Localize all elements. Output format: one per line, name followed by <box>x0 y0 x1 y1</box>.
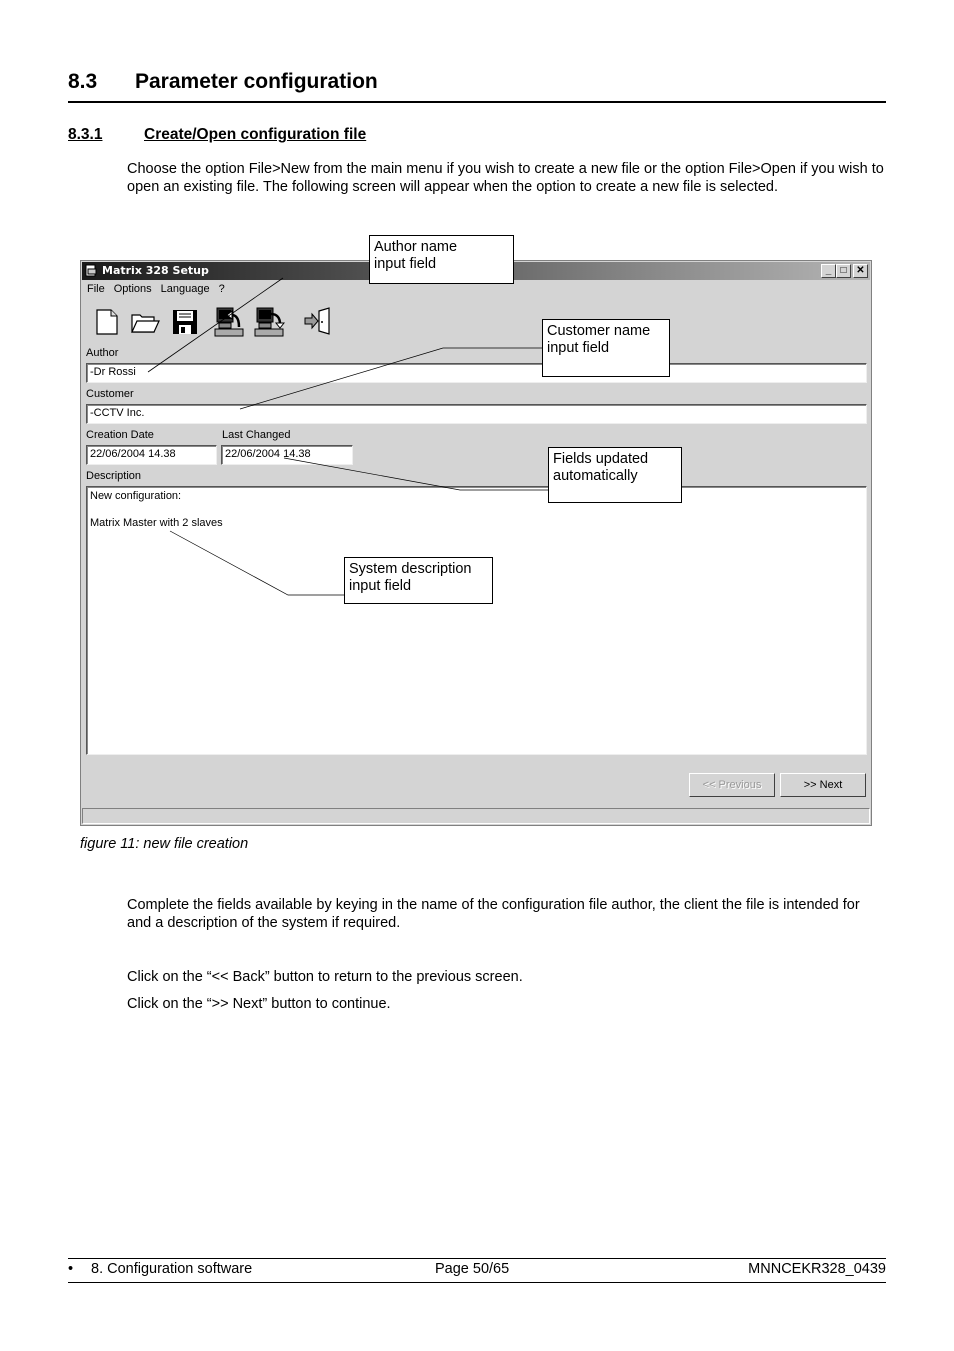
creation-date-field[interactable]: 22/06/2004 14.38 <box>86 445 217 465</box>
new-file-icon[interactable] <box>91 305 123 339</box>
instruction-back: Click on the “<< Back” button to return … <box>127 969 523 985</box>
footer-bullet: • <box>68 1261 74 1277</box>
description-textarea[interactable]: New configuration: Matrix Master with 2 … <box>86 486 867 755</box>
subsection-heading: 8.3.1 Create/Open configuration file <box>68 126 366 144</box>
subsection-title: Create/Open configuration file <box>144 126 367 143</box>
footer-chapter: 8. Configuration software <box>91 1261 253 1277</box>
description-label: Description <box>86 470 142 482</box>
close-button[interactable]: ✕ <box>853 264 868 278</box>
receive-from-device-icon[interactable] <box>213 305 245 339</box>
app-window: Matrix 328 Setup _ □ ✕ File Options Langua… <box>80 260 872 826</box>
heading-rule <box>68 101 886 103</box>
footer-page-number: Page 50/65 <box>435 1261 510 1277</box>
author-input[interactable]: -Dr Rossi <box>86 363 867 383</box>
menu-language[interactable]: Language <box>161 283 210 295</box>
menu-help[interactable]: ? <box>219 283 225 295</box>
section-number: 8.3 <box>68 70 98 93</box>
menu-bar: File Options Language? <box>87 283 234 295</box>
section-heading: 8.3 Parameter configuration <box>68 70 378 94</box>
subsection-number: 8.3.1 <box>68 126 103 143</box>
window-title: Matrix 328 Setup <box>102 264 209 277</box>
send-to-device-icon[interactable] <box>253 305 285 339</box>
exit-door-icon[interactable] <box>301 305 333 339</box>
last-changed-field[interactable]: 22/06/2004 14.38 <box>221 445 353 465</box>
next-button[interactable]: >> Next <box>780 773 866 797</box>
last-changed-label: Last Changed <box>222 429 291 441</box>
author-label: Author <box>86 347 119 359</box>
save-disk-icon[interactable] <box>169 305 201 339</box>
instruction-next: Click on the “>> Next” button to continu… <box>127 996 391 1012</box>
maximize-button[interactable]: □ <box>836 264 851 278</box>
customer-input[interactable]: -CCTV Inc. <box>86 404 867 424</box>
status-bar <box>82 808 870 824</box>
section-title: Parameter configuration <box>135 70 378 93</box>
menu-file[interactable]: File <box>87 283 105 295</box>
footer-top-rule <box>68 1258 886 1259</box>
customer-callout: Customer name input field <box>542 319 670 377</box>
footer-doc-code: MNNCEKR328_0439 <box>748 1261 886 1277</box>
description-callout: System description input field <box>344 557 493 604</box>
footer-bottom-rule <box>68 1282 886 1283</box>
figure-caption: figure 11: new file creation <box>80 836 249 852</box>
author-callout: Author name input field <box>369 235 514 284</box>
previous-button[interactable]: << Previous <box>689 773 775 797</box>
dates-callout: Fields updated automatically <box>548 447 682 503</box>
app-icon <box>85 264 97 277</box>
minimize-button[interactable]: _ <box>821 264 836 278</box>
creation-date-label: Creation Date <box>86 429 154 441</box>
open-folder-icon[interactable] <box>129 305 161 339</box>
intro-paragraph: Choose the option File>New from the main… <box>127 161 884 195</box>
body-paragraph: Complete the fields available by keying … <box>127 897 860 931</box>
customer-label: Customer <box>86 388 134 400</box>
menu-options[interactable]: Options <box>114 283 152 295</box>
